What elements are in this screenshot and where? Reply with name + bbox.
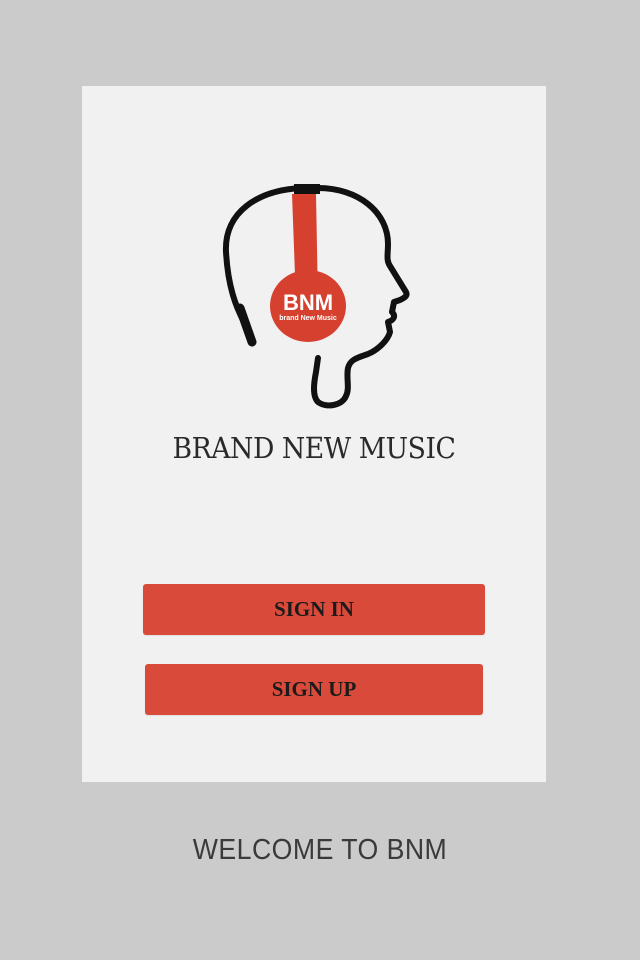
headphones-head-icon: BNM brand New Music xyxy=(222,184,410,409)
logo-badge-text: BNM xyxy=(283,290,333,315)
sign-up-button[interactable]: SIGN UP xyxy=(145,664,483,715)
brand-title: BRAND NEW MUSIC xyxy=(172,431,456,465)
welcome-screen: BNM brand New Music BRAND NEW MUSIC SIGN… xyxy=(0,0,640,960)
sign-in-button[interactable]: SIGN IN xyxy=(143,584,485,635)
welcome-caption: WELCOME TO BNM xyxy=(192,834,448,866)
welcome-card: BNM brand New Music BRAND NEW MUSIC SIGN… xyxy=(82,86,546,782)
logo-badge-subtext: brand New Music xyxy=(279,315,337,322)
